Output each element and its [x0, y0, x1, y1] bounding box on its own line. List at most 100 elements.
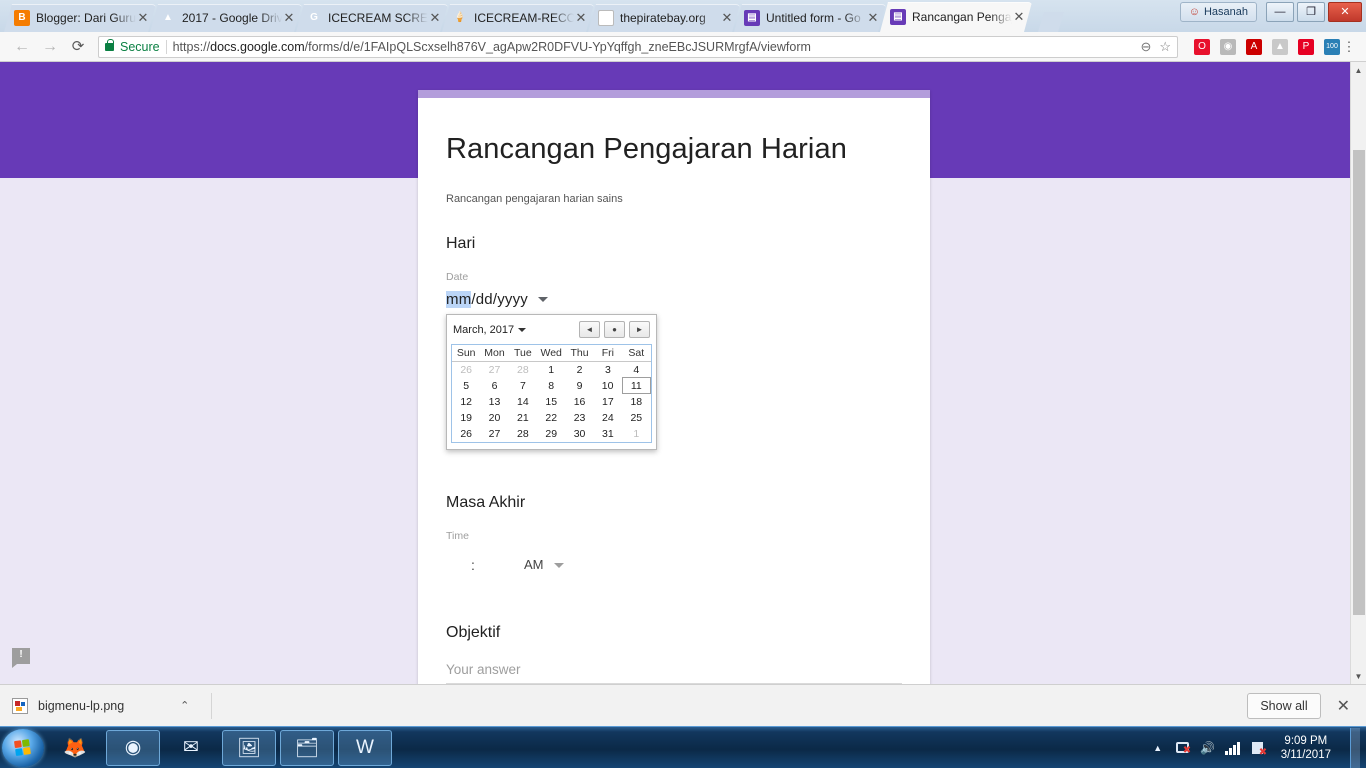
address-bar[interactable]: Secure https://docs.google.com/forms/d/e…: [98, 35, 1178, 58]
user-account-chip[interactable]: ☺ Hasanah: [1179, 2, 1257, 22]
calendar-day-cell[interactable]: 5: [452, 378, 480, 394]
calendar-day-cell[interactable]: 27: [480, 362, 508, 378]
calendar-day-cell[interactable]: 22: [537, 410, 565, 426]
short-answer-input[interactable]: Your answer: [446, 662, 902, 684]
taskbar-photo-viewer[interactable]: 🖼: [222, 729, 276, 766]
bookmark-star-icon[interactable]: ☆: [1159, 39, 1171, 55]
maximize-button[interactable]: ❐: [1297, 2, 1325, 22]
close-window-button[interactable]: ✕: [1328, 2, 1362, 22]
calendar-day-cell[interactable]: 1: [537, 362, 565, 378]
score-100-icon[interactable]: 100: [1324, 38, 1340, 55]
calendar-day-cell[interactable]: 4: [622, 362, 650, 378]
calendar-day-cell[interactable]: 29: [537, 426, 565, 442]
calendar-day-cell[interactable]: 1: [622, 426, 650, 442]
show-desktop-button[interactable]: [1350, 727, 1360, 768]
date-picker-month-label[interactable]: March, 2017: [453, 324, 527, 336]
calendar-day-cell[interactable]: 15: [537, 394, 565, 410]
scroll-up-arrow[interactable]: ▲: [1351, 62, 1366, 78]
zoom-icon[interactable]: ⊖: [1140, 39, 1151, 55]
time-minute-field[interactable]: [478, 556, 500, 574]
tab-close-icon[interactable]: ✕: [720, 10, 734, 26]
time-input[interactable]: : AM: [446, 552, 902, 578]
browser-tab-4[interactable]: ▤ thepiratebay.org ✕: [588, 4, 740, 32]
calendar-day-cell[interactable]: 26: [452, 426, 480, 442]
pinterest-icon[interactable]: P: [1298, 38, 1314, 55]
calendar-day-cell[interactable]: 17: [594, 394, 622, 410]
google-drive-icon[interactable]: ▲: [1272, 38, 1288, 55]
download-menu-chevron-icon[interactable]: ⌃: [180, 699, 189, 712]
calendar-day-cell[interactable]: 27: [480, 426, 508, 442]
scroll-down-arrow[interactable]: ▼: [1351, 668, 1366, 684]
calendar-day-cell[interactable]: 6: [480, 378, 508, 394]
signal-icon[interactable]: [1224, 740, 1241, 756]
tab-close-icon[interactable]: ✕: [282, 10, 296, 26]
time-meridiem-select[interactable]: AM: [524, 557, 564, 572]
tab-close-icon[interactable]: ✕: [866, 10, 880, 26]
calendar-day-cell[interactable]: 26: [452, 362, 480, 378]
tab-close-icon[interactable]: ✕: [574, 10, 588, 26]
scrollbar-thumb[interactable]: [1353, 150, 1365, 615]
calendar-day-cell[interactable]: 11: [621, 377, 652, 395]
taskbar-clock[interactable]: 9:09 PM 3/11/2017: [1275, 734, 1337, 762]
browser-tab-0[interactable]: B Blogger: Dari Guru ✕: [4, 4, 156, 32]
calendar-day-cell[interactable]: 8: [537, 378, 565, 394]
ghost-extension-icon[interactable]: ◉: [1220, 38, 1236, 55]
calendar-day-cell[interactable]: 23: [565, 410, 593, 426]
close-download-bar-icon[interactable]: ✕: [1337, 696, 1354, 716]
volume-icon[interactable]: 🔊: [1200, 740, 1216, 756]
calendar-day-cell[interactable]: 28: [509, 426, 537, 442]
calendar-day-cell[interactable]: 21: [509, 410, 537, 426]
calendar-day-cell[interactable]: 25: [622, 410, 650, 426]
calendar-day-cell[interactable]: 14: [509, 394, 537, 410]
calendar-day-cell[interactable]: 13: [480, 394, 508, 410]
calendar-day-cell[interactable]: 18: [622, 394, 650, 410]
show-hidden-icons-button[interactable]: ▲: [1150, 740, 1166, 756]
calendar-day-cell[interactable]: 7: [509, 378, 537, 394]
date-picker-popup[interactable]: March, 2017 ◄ ● ► Sun Mon Tue Wed Thu Fri Sat …: [446, 313, 657, 450]
calendar-day-cell[interactable]: 16: [565, 394, 593, 410]
browser-tab-5[interactable]: ▤ Untitled form - Go ✕: [734, 4, 886, 32]
tab-close-icon[interactable]: ✕: [136, 10, 150, 26]
browser-tab-6[interactable]: ▤ Rancangan Pengaj ✕: [880, 2, 1032, 32]
browser-tab-2[interactable]: G ICECREAM SCREEN✕: [296, 4, 448, 32]
today-button[interactable]: ●: [604, 321, 625, 339]
calendar-day-cell[interactable]: 10: [594, 378, 622, 394]
taskbar-file-explorer[interactable]: 🗂: [280, 729, 334, 766]
back-button[interactable]: ←: [8, 38, 36, 55]
calendar-day-cell[interactable]: 30: [565, 426, 593, 442]
reload-button[interactable]: ⟳: [64, 39, 92, 54]
new-tab-button[interactable]: [1038, 12, 1064, 32]
page-scrollbar[interactable]: ▲ ▼: [1350, 62, 1366, 684]
next-month-button[interactable]: ►: [629, 321, 650, 339]
forward-button[interactable]: →: [36, 38, 64, 55]
action-center-flag-icon[interactable]: ✖: [1250, 740, 1267, 757]
calendar-day-cell[interactable]: 24: [594, 410, 622, 426]
taskbar-thunderbird[interactable]: ✉: [164, 730, 218, 766]
chevron-down-icon[interactable]: [538, 296, 549, 302]
download-item[interactable]: bigmenu-lp.png ⌃: [12, 697, 189, 714]
start-button[interactable]: [2, 728, 44, 767]
network-icon[interactable]: ✖: [1175, 740, 1191, 756]
calendar-day-cell[interactable]: 3: [594, 362, 622, 378]
opera-extension-icon[interactable]: O: [1194, 38, 1210, 55]
feedback-icon[interactable]: [12, 648, 30, 664]
calendar-day-cell[interactable]: 31: [594, 426, 622, 442]
show-all-downloads-button[interactable]: Show all: [1247, 692, 1321, 719]
taskbar-word[interactable]: W: [338, 729, 392, 766]
prev-month-button[interactable]: ◄: [579, 321, 600, 339]
tab-close-icon[interactable]: ✕: [1012, 9, 1026, 25]
calendar-day-cell[interactable]: 19: [452, 410, 480, 426]
calendar-day-cell[interactable]: 12: [452, 394, 480, 410]
time-hour-field[interactable]: [446, 556, 468, 574]
taskbar-firefox[interactable]: 🦊: [48, 730, 102, 766]
minimize-button[interactable]: —: [1266, 2, 1294, 22]
date-input[interactable]: mm/dd/yyyy: [446, 290, 902, 308]
adobe-acrobat-icon[interactable]: A: [1246, 38, 1262, 55]
taskbar-chrome[interactable]: ◉: [106, 729, 160, 766]
browser-tab-3[interactable]: 🍦 ICECREAM-RECORD✕: [442, 4, 594, 32]
tab-close-icon[interactable]: ✕: [428, 10, 442, 26]
calendar-day-cell[interactable]: 9: [565, 378, 593, 394]
browser-tab-1[interactable]: ▲ 2017 - Google Drive ✕: [150, 4, 302, 32]
chrome-menu-icon[interactable]: ⋮: [1340, 39, 1358, 55]
calendar-day-cell[interactable]: 2: [565, 362, 593, 378]
